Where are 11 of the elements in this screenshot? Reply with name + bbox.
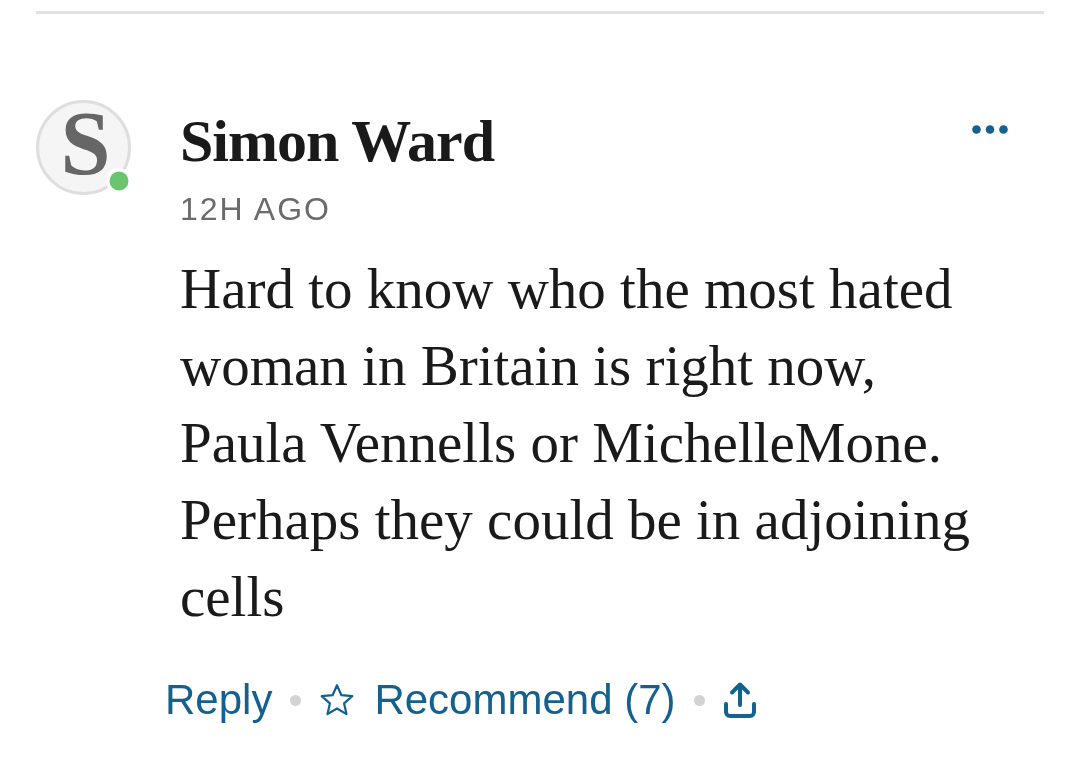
share-icon [722, 681, 757, 719]
avatar-initial: S [60, 103, 111, 189]
recommend-button[interactable]: Recommend (7) [313, 671, 682, 729]
comment-time: 12H AGO [180, 190, 332, 228]
separator-dot-icon [693, 694, 705, 706]
reply-link[interactable]: Reply [159, 671, 279, 729]
star-icon [319, 683, 356, 717]
separator-dot-icon [290, 694, 302, 706]
ellipsis-icon [972, 125, 1008, 134]
author-name: Simon Ward [180, 107, 494, 176]
comment-text: Hard to know who the most hated woman in Britain is right now, Paula Vennells or MichelleMone. Perhaps they could be in adjoining cells [180, 256, 971, 630]
